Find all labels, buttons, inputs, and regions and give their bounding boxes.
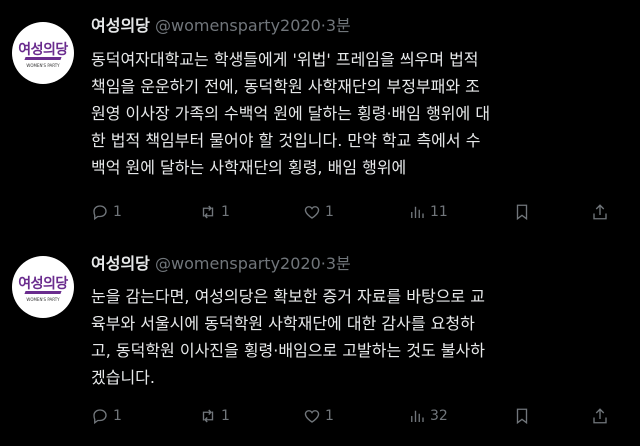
tweet[interactable]: 여성의당 WOMEN'S PARTY 여성의당 @womensparty2020… (0, 236, 640, 446)
action-bar: 1 1 1 32 (91, 404, 611, 428)
timestamp[interactable]: 3분 (326, 254, 351, 273)
views-icon (411, 410, 424, 422)
like-count: 1 (325, 408, 334, 424)
views-count: 11 (430, 204, 448, 220)
like-icon (304, 410, 320, 423)
share-button[interactable] (591, 404, 609, 428)
reply-button[interactable]: 1 (91, 200, 122, 224)
avatar-logo-text: 여성의당 (18, 42, 68, 58)
bookmark-button[interactable] (513, 404, 531, 428)
tweet-header: 여성의당 @womensparty2020·3분 (91, 14, 351, 38)
share-icon (593, 204, 607, 220)
avatar[interactable]: 여성의당 WOMEN'S PARTY (12, 256, 74, 318)
reply-button[interactable]: 1 (91, 404, 122, 428)
avatar-logo-sub: WOMEN'S PARTY (26, 63, 60, 68)
retweet-count: 1 (221, 204, 230, 220)
tweet[interactable]: 여성의당 WOMEN'S PARTY 여성의당 @womensparty2020… (0, 0, 640, 236)
avatar-logo-bar (24, 57, 62, 60)
retweet-icon (202, 409, 214, 423)
retweet-count: 1 (221, 408, 230, 424)
retweet-icon (202, 205, 214, 219)
timestamp[interactable]: 3분 (326, 16, 351, 35)
bookmark-button[interactable] (513, 200, 531, 224)
reply-icon (93, 409, 107, 425)
avatar-logo-bar (24, 291, 62, 294)
views-button[interactable]: 11 (408, 200, 448, 224)
share-icon (593, 408, 607, 424)
author-name[interactable]: 여성의당 (91, 16, 150, 35)
views-icon (411, 206, 424, 218)
tweet-text: 눈을 감는다면, 여성의당은 확보한 증거 자료를 바탕으로 교 육부와 서울시… (91, 287, 485, 387)
like-button[interactable]: 1 (303, 404, 334, 428)
like-icon (304, 206, 320, 219)
views-button[interactable]: 32 (408, 404, 448, 428)
retweet-button[interactable]: 1 (199, 200, 230, 224)
tweet-text: 동덕여자대학교는 학생들에게 '위법' 프레임을 씌우며 법적 책임을 운운하기… (91, 50, 491, 177)
action-bar: 1 1 1 11 (91, 200, 611, 224)
like-count: 1 (325, 204, 334, 220)
author-handle[interactable]: @womensparty2020 (155, 254, 321, 273)
author-handle[interactable]: @womensparty2020 (155, 16, 321, 35)
share-button[interactable] (591, 200, 609, 224)
reply-count: 1 (113, 204, 122, 220)
bookmark-icon (516, 204, 528, 221)
reply-icon (93, 205, 107, 221)
bookmark-icon (516, 408, 528, 425)
tweet-header: 여성의당 @womensparty2020·3분 (91, 252, 351, 276)
retweet-button[interactable]: 1 (199, 404, 230, 428)
reply-count: 1 (113, 408, 122, 424)
author-name[interactable]: 여성의당 (91, 254, 150, 273)
avatar-logo-text: 여성의당 (18, 276, 68, 292)
avatar[interactable]: 여성의당 WOMEN'S PARTY (12, 22, 74, 84)
views-count: 32 (430, 408, 448, 424)
like-button[interactable]: 1 (303, 200, 334, 224)
avatar-logo-sub: WOMEN'S PARTY (26, 297, 60, 302)
